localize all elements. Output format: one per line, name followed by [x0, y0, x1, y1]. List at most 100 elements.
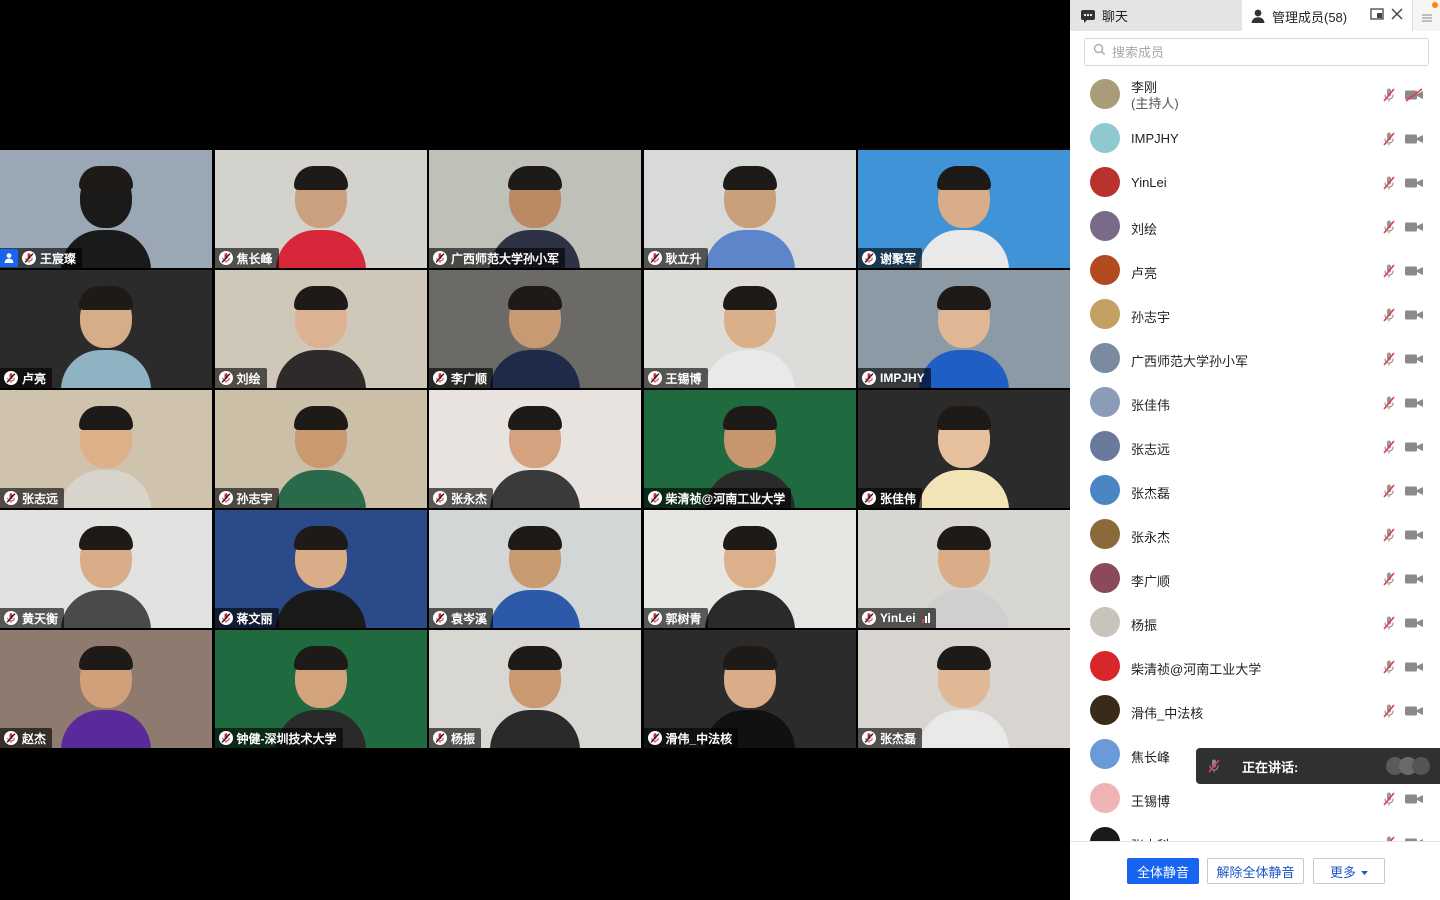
mic-muted-icon[interactable]: [1381, 175, 1397, 191]
member-row[interactable]: 孙志宇: [1070, 293, 1440, 337]
camera-icon[interactable]: [1404, 659, 1424, 675]
camera-icon[interactable]: [1404, 395, 1424, 411]
video-tile[interactable]: 广西师范大学孙小军: [429, 150, 641, 268]
member-name: 王锡博: [1131, 794, 1171, 809]
unmute-all-button[interactable]: 解除全体静音: [1207, 858, 1304, 884]
video-tile[interactable]: 黄天衡: [0, 510, 212, 628]
video-tile[interactable]: 孙志宇: [214, 390, 427, 508]
camera-icon[interactable]: [1404, 527, 1424, 543]
member-name: 李刚: [1131, 80, 1158, 95]
member-row[interactable]: IMPJHY: [1070, 117, 1440, 161]
panel-footer: 全体静音 解除全体静音 更多: [1070, 841, 1440, 900]
participant-video: [919, 406, 1009, 508]
mic-muted-icon[interactable]: [1381, 439, 1397, 455]
member-row[interactable]: 柴清祯@河南工业大学: [1070, 645, 1440, 689]
member-row[interactable]: 广西师范大学孙小军: [1070, 337, 1440, 381]
video-tile[interactable]: YinLei: [858, 510, 1070, 628]
participant-name: 王锡博: [665, 371, 702, 386]
video-tile[interactable]: 杨振: [429, 630, 641, 748]
camera-icon[interactable]: [1404, 263, 1424, 279]
video-tile[interactable]: 张志远: [0, 390, 212, 508]
member-row[interactable]: YinLei: [1070, 161, 1440, 205]
person-icon: [1250, 8, 1266, 24]
tab-members[interactable]: 管理成员(58): [1242, 0, 1440, 32]
participant-video: [704, 166, 795, 268]
mic-muted-icon[interactable]: [1381, 571, 1397, 587]
mute-all-button[interactable]: 全体静音: [1127, 858, 1199, 884]
tab-chat[interactable]: 聊天: [1070, 0, 1242, 31]
video-tile[interactable]: 张佳伟: [858, 390, 1070, 508]
participant-name-bar: IMPJHY: [858, 368, 931, 388]
camera-icon[interactable]: [1404, 483, 1424, 499]
video-tile[interactable]: 王锡博: [643, 270, 856, 388]
mic-muted-icon[interactable]: [1381, 307, 1397, 323]
video-tile[interactable]: 柴清祯@河南工业大学: [643, 390, 856, 508]
member-row[interactable]: 张佳伟: [1070, 381, 1440, 425]
mic-muted-icon[interactable]: [1381, 791, 1397, 807]
mic-muted-icon[interactable]: [1381, 395, 1397, 411]
camera-icon[interactable]: [1404, 219, 1424, 235]
video-tile[interactable]: 滑伟_中法核: [643, 630, 856, 748]
mic-muted-icon[interactable]: [1381, 527, 1397, 543]
mic-muted-icon[interactable]: [1381, 659, 1397, 675]
video-tile[interactable]: 郭树青: [643, 510, 856, 628]
video-tile[interactable]: 刘绘: [214, 270, 427, 388]
member-row[interactable]: 卢亮: [1070, 249, 1440, 293]
video-tile[interactable]: 袁岑溪: [429, 510, 641, 628]
video-tile[interactable]: 蒋文丽: [214, 510, 427, 628]
camera-icon[interactable]: [1404, 307, 1424, 323]
member-row[interactable]: 刘绘: [1070, 205, 1440, 249]
video-tile[interactable]: 赵杰: [0, 630, 212, 748]
camera-icon[interactable]: [1404, 175, 1424, 191]
search-input[interactable]: [1112, 44, 1412, 60]
member-row[interactable]: 杨振: [1070, 601, 1440, 645]
video-tile[interactable]: 耿立升: [643, 150, 856, 268]
member-row[interactable]: 张杰科: [1070, 821, 1440, 841]
camera-icon[interactable]: [1404, 791, 1424, 807]
participant-name: 张佳伟: [880, 491, 917, 506]
member-row[interactable]: 张永杰: [1070, 513, 1440, 557]
camera-icon[interactable]: [1404, 131, 1424, 147]
close-icon[interactable]: [1390, 7, 1404, 21]
panel-tabs: 聊天 管理成员(58): [1070, 0, 1440, 32]
camera-icon[interactable]: [1404, 615, 1424, 631]
mic-muted-icon[interactable]: [1381, 483, 1397, 499]
member-row[interactable]: 张志远: [1070, 425, 1440, 469]
member-name: 刘绘: [1131, 222, 1158, 237]
member-row[interactable]: 滑伟_中法核: [1070, 689, 1440, 733]
camera-icon[interactable]: [1404, 351, 1424, 367]
video-tile[interactable]: 焦长峰: [214, 150, 427, 268]
menu-corner[interactable]: [1412, 0, 1440, 31]
member-row[interactable]: 张杰磊: [1070, 469, 1440, 513]
mic-muted-icon[interactable]: [1381, 703, 1397, 719]
popout-icon[interactable]: [1370, 7, 1384, 21]
member-name: 张志远: [1131, 442, 1171, 457]
video-tile[interactable]: 钟健-深圳技术大学: [214, 630, 427, 748]
member-row[interactable]: 李广顺: [1070, 557, 1440, 601]
blurred-avatars: [1386, 755, 1430, 777]
camera-icon[interactable]: [1404, 703, 1424, 719]
participant-name: 张杰磊: [880, 731, 917, 746]
camera-icon[interactable]: [1404, 571, 1424, 587]
mic-muted-icon[interactable]: [1381, 87, 1397, 103]
participant-name-bar: 张永杰: [429, 488, 494, 508]
more-button[interactable]: 更多: [1313, 858, 1385, 884]
camera-off-icon[interactable]: [1404, 87, 1424, 103]
mic-muted-icon[interactable]: [1381, 615, 1397, 631]
video-tile[interactable]: IMPJHY: [858, 270, 1070, 388]
video-tile[interactable]: 王宸璨: [0, 150, 212, 268]
participant-name-bar: 黄天衡: [0, 608, 65, 628]
video-tile[interactable]: 卢亮: [0, 270, 212, 388]
member-row[interactable]: 李刚 (主持人): [1070, 73, 1440, 117]
mic-muted-icon: [862, 731, 876, 745]
video-tile[interactable]: 张杰磊: [858, 630, 1070, 748]
video-tile[interactable]: 谢聚军: [858, 150, 1070, 268]
video-tile[interactable]: 张永杰: [429, 390, 641, 508]
mic-muted-icon[interactable]: [1381, 131, 1397, 147]
camera-icon[interactable]: [1404, 439, 1424, 455]
mic-muted-icon[interactable]: [1381, 263, 1397, 279]
mic-muted-icon[interactable]: [1381, 219, 1397, 235]
video-tile[interactable]: 李广顺: [429, 270, 641, 388]
avatar: [1090, 827, 1120, 841]
mic-muted-icon[interactable]: [1381, 351, 1397, 367]
